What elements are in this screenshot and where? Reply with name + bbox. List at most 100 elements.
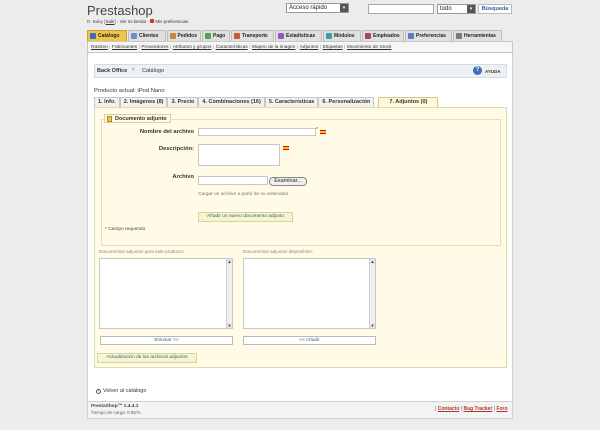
subnav-separator: | — [170, 44, 172, 50]
subnav-item[interactable]: Fabricantes — [112, 45, 137, 50]
back-to-catalog-label[interactable]: Volver al catálogo — [103, 388, 146, 394]
filename-label: Nombre del archivo — [139, 129, 194, 135]
logout-link[interactable]: Salir — [106, 19, 115, 24]
tab-9[interactable]: Herramientas — [453, 30, 502, 41]
current-product-label: Producto actual: — [94, 88, 136, 94]
add-attachment-button[interactable]: Añadir un nuevo documento adjunto — [198, 212, 293, 222]
truck-icon — [234, 33, 240, 39]
tab-label: Clientes — [139, 33, 159, 39]
file-input[interactable] — [198, 176, 268, 185]
tab-0[interactable]: Catálogo — [87, 30, 127, 41]
subnav-separator: | — [249, 44, 251, 50]
tab-label: Pago — [213, 33, 226, 39]
quick-access-value: Acceso rápido — [289, 5, 328, 11]
preferences-icon — [150, 19, 155, 23]
browse-button[interactable]: Examinar... — [269, 177, 307, 186]
footer-links: | Contacto | Bug Tracker | Foro — [435, 406, 508, 412]
search-scope-value: todo — [440, 6, 452, 12]
book-icon — [90, 33, 96, 39]
scroll-up-icon[interactable]: ▲ — [370, 259, 375, 264]
subnav-item[interactable]: Características — [216, 45, 248, 50]
breadcrumb-root[interactable]: Back Office — [97, 68, 127, 74]
chevron-down-icon: ▾ — [340, 4, 348, 12]
required-note: * Campo requerido — [105, 227, 146, 232]
tools-icon — [456, 33, 462, 39]
description-textarea[interactable] — [198, 144, 280, 166]
filename-input[interactable] — [198, 128, 316, 136]
tab-7[interactable]: Empleados — [362, 30, 404, 41]
remove-attachment-button[interactable]: Eliminar >> — [100, 336, 233, 345]
view-store-link[interactable]: Ver mi tienda — [120, 19, 146, 24]
help-icon[interactable]: ? — [473, 66, 482, 75]
my-preferences-link[interactable]: Mis preferencias — [155, 19, 188, 24]
chart-icon — [278, 33, 284, 39]
tab-3[interactable]: Pago — [202, 30, 230, 41]
product-tabs: 1. Info. 2. Imágenes (8) 3. Precio 4. Combi… — [94, 97, 439, 107]
tab-2[interactable]: Pedidos — [167, 30, 201, 41]
product-tab-3[interactable]: 3. Precio — [167, 97, 199, 107]
description-label: Descripción: — [158, 146, 194, 152]
scroll-down-icon[interactable]: ▼ — [370, 323, 375, 328]
user-icon — [131, 33, 137, 39]
tab-6[interactable]: Módulos — [323, 30, 361, 41]
add-to-product-button[interactable]: << Añadir — [243, 336, 376, 345]
subnav-item[interactable]: Adjuntos — [300, 45, 319, 50]
prefs-icon — [408, 33, 414, 39]
subnav-item[interactable]: Mapeo de la imagen — [252, 45, 295, 50]
subnav-item[interactable]: Movimiento de Stock — [347, 45, 392, 50]
subnav-separator: | — [138, 44, 140, 50]
tab-1[interactable]: Clientes — [128, 30, 166, 41]
attached-docs-label: Documentos adjuntos para este producto: — [99, 249, 185, 254]
subnav-item[interactable]: Proveedores — [141, 45, 168, 50]
product-tab-7[interactable]: 7. Adjuntos (0) — [378, 97, 439, 107]
search-scope-select[interactable]: todo ▾ — [437, 4, 476, 14]
spain-flag-icon[interactable] — [283, 146, 289, 150]
puzzle-icon — [326, 33, 332, 39]
subnav-item[interactable]: Atributos y grupos — [173, 45, 212, 50]
load-time: Tiempo de carga: 0.557s — [91, 409, 141, 415]
subnav-item[interactable]: Etiquetas — [323, 45, 343, 50]
subnav-separator: | — [212, 44, 215, 50]
subnav-separator: | — [109, 44, 111, 50]
prestashop-logo: Prestashop — [87, 3, 153, 18]
product-tab-1[interactable]: 1. Info. — [94, 97, 120, 107]
attached-docs-list[interactable]: ▲ ▼ — [99, 258, 233, 329]
tab-label: Transporte — [242, 33, 268, 39]
tab-label: Herramientas — [464, 33, 496, 39]
update-attachments-button[interactable]: Actualización de los archivos adjuntos — [97, 353, 197, 363]
product-tab-4[interactable]: 4. Combinaciones (16) — [198, 97, 265, 107]
scrollbar[interactable]: ▲ ▼ — [369, 259, 375, 328]
current-product-name: iPod Nano — [137, 88, 165, 94]
product-tab-5[interactable]: 5. Características — [264, 97, 319, 107]
main-tabs: Catálogo Clientes Pedidos Pago Transporte Est… — [87, 30, 503, 41]
footer-link-contact[interactable]: Contacto — [438, 406, 460, 412]
catalog-subnav: Rastreo | Fabricantes | Proveedores | Atributo… — [87, 41, 513, 53]
current-product: Producto actual: iPod Nano — [94, 88, 165, 94]
scroll-down-icon[interactable]: ▼ — [227, 323, 232, 328]
scrollbar[interactable]: ▲ ▼ — [226, 259, 232, 328]
available-docs-label: Documentos adjuntos disponibles: — [243, 249, 313, 254]
tab-label: Pedidos — [177, 33, 197, 39]
subnav-separator: | — [296, 44, 299, 50]
product-tab-2[interactable]: 2. Imágenes (8) — [119, 97, 168, 107]
search-input[interactable] — [368, 4, 434, 14]
subnav-item[interactable]: Rastreo — [91, 45, 108, 50]
available-docs-list[interactable]: ▲ ▼ — [243, 258, 376, 329]
chevron-down-icon: ▾ — [467, 5, 475, 13]
scroll-up-icon[interactable]: ▲ — [227, 259, 232, 264]
footer-link-bug-tracker[interactable]: Bug Tracker — [463, 406, 492, 412]
chevron-right-icon: › — [132, 66, 135, 73]
tab-8[interactable]: Preferencias — [405, 30, 452, 41]
tab-5[interactable]: Estadísticas — [275, 30, 322, 41]
quick-access-select[interactable]: Acceso rápido ▾ — [286, 3, 349, 13]
tab-label: Estadísticas — [286, 33, 316, 39]
help-label[interactable]: AYUDA — [485, 69, 501, 74]
tab-label: Preferencias — [416, 33, 447, 39]
back-to-catalog-link[interactable]: ‹ Volver al catálogo — [96, 388, 146, 394]
footer-link-forum[interactable]: Foro — [496, 406, 507, 412]
tab-4[interactable]: Transporte — [231, 30, 274, 41]
spain-flag-icon[interactable] — [320, 130, 326, 134]
attachment-legend: Documento adjunto — [104, 114, 171, 123]
product-tab-6[interactable]: 6. Personalización — [318, 97, 375, 107]
search-button[interactable]: Búsqueda — [478, 4, 512, 14]
